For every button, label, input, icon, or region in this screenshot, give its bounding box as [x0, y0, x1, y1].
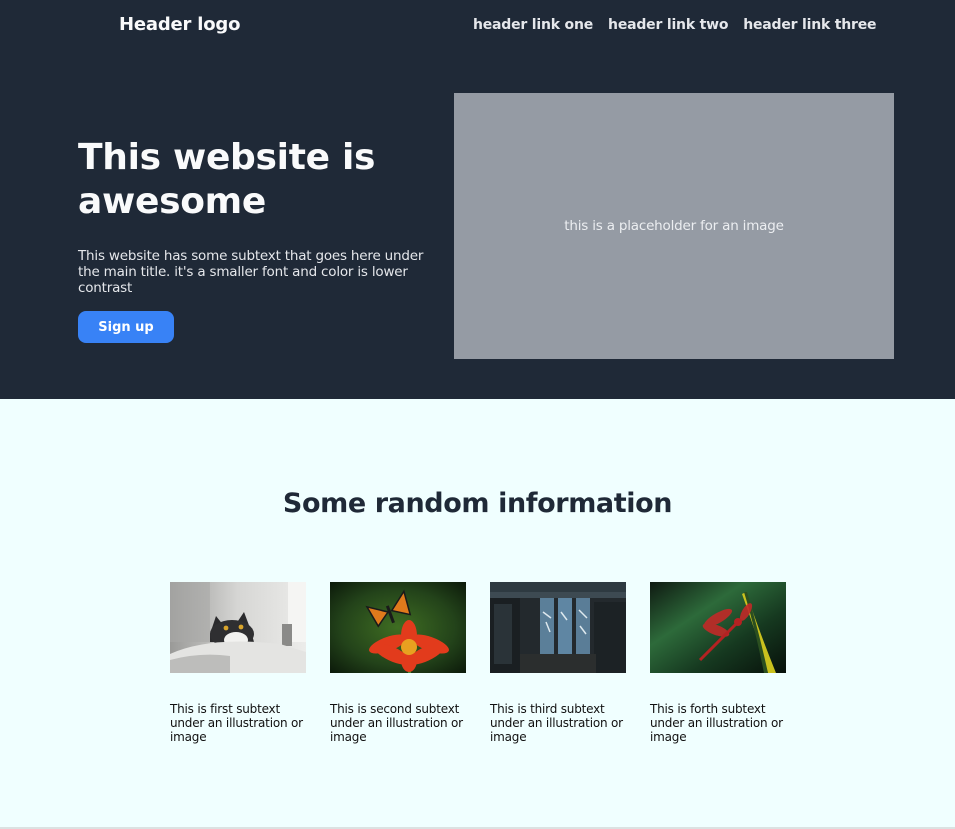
placeholder-text: this is a placeholder for an image	[564, 218, 784, 234]
card-text: This is second subtext under an illustra…	[330, 702, 463, 744]
hero-title: This website is awesome	[78, 137, 376, 222]
hero-image-placeholder: this is a placeholder for an image	[454, 93, 894, 359]
card-text: This is third subtext under an illustrat…	[490, 702, 623, 744]
info-card: This is second subtext under an illustra…	[330, 582, 466, 744]
japanese-street-photo	[490, 582, 626, 673]
info-cards: This is first subtext under an illustrat…	[170, 582, 786, 744]
hero-section: Header logo header link one header link …	[0, 0, 955, 399]
card-text: This is first subtext under an illustrat…	[170, 702, 303, 744]
info-card: This is third subtext under an illustrat…	[490, 582, 626, 744]
info-card: This is first subtext under an illustrat…	[170, 582, 306, 744]
hero-subtext: This website has some subtext that goes …	[78, 248, 424, 296]
header-logo[interactable]: Header logo	[119, 14, 240, 35]
info-card: This is forth subtext under an illustrat…	[650, 582, 786, 744]
card-text: This is forth subtext under an illustrat…	[650, 702, 783, 744]
sign-up-button[interactable]: Sign up	[78, 311, 174, 343]
header-link-two[interactable]: header link two	[608, 17, 728, 33]
header-link-one[interactable]: header link one	[473, 17, 593, 33]
dragonfly-photo	[650, 582, 786, 673]
header-nav: header link one header link two header l…	[473, 17, 877, 33]
cat-photo	[170, 582, 306, 673]
info-title: Some random information	[282, 488, 673, 519]
header-link-three[interactable]: header link three	[743, 17, 876, 33]
butterfly-photo	[330, 582, 466, 673]
